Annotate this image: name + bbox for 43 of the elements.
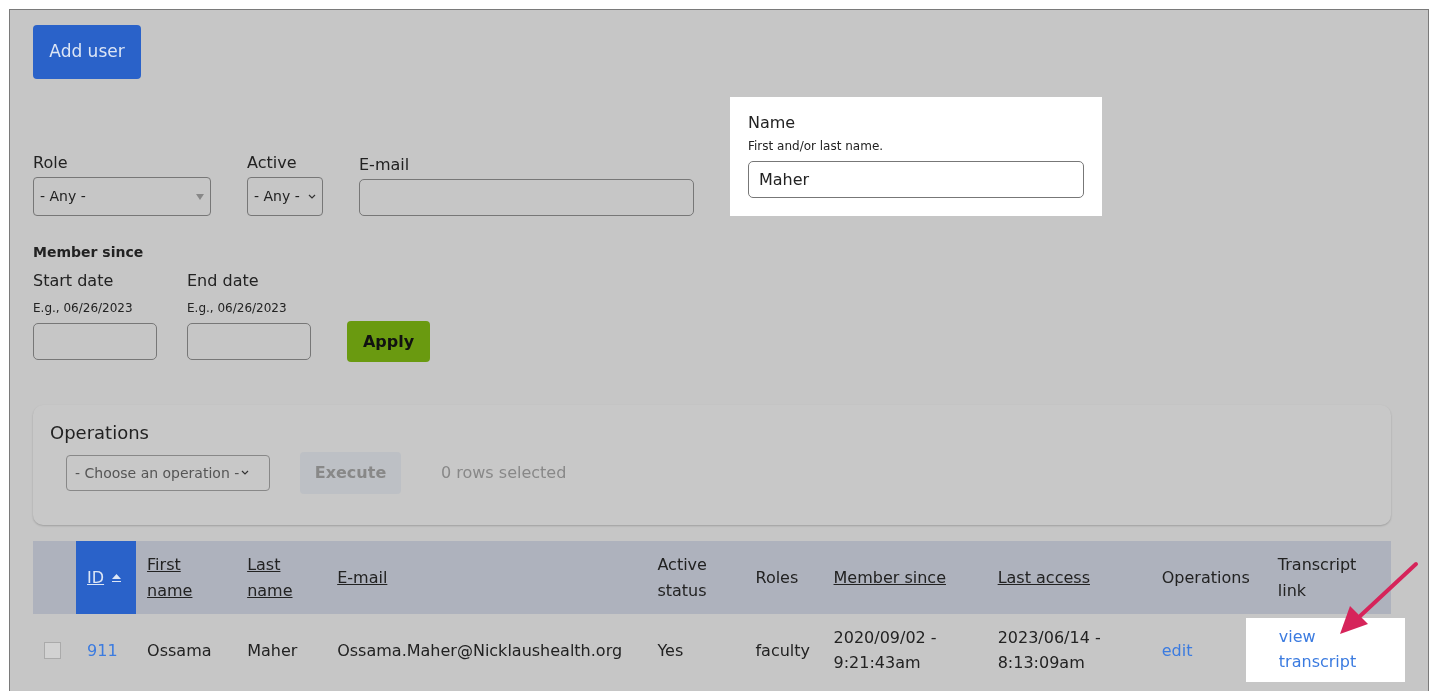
dropdown-arrow-icon	[196, 193, 204, 200]
column-header[interactable]: First name	[147, 551, 226, 604]
caret-icon	[308, 193, 316, 200]
date-input[interactable]	[187, 323, 311, 360]
column-header[interactable]: E-mail	[337, 564, 388, 591]
field-label: Role	[33, 153, 69, 173]
field-label: End date	[187, 270, 260, 292]
text-input[interactable]	[359, 179, 694, 216]
column-header: Roles	[755, 566, 799, 589]
table-cell: Maher	[247, 640, 298, 660]
column-header: Active status	[657, 553, 708, 602]
select-field[interactable]: - Any -	[33, 177, 211, 216]
column-header: Transcript link	[1277, 553, 1358, 602]
column-header[interactable]: Member since	[833, 564, 946, 591]
transcript-link[interactable]: view transcript	[1278, 624, 1369, 674]
field-description: E.g., 06/26/2023	[33, 300, 134, 317]
sort-ascending-icon	[112, 573, 122, 582]
panel-title: Operations	[50, 421, 150, 445]
select-field[interactable]: - Any -	[247, 177, 323, 216]
field-description: First and/or last name.	[748, 138, 885, 155]
apply-button[interactable]: Apply	[347, 321, 430, 362]
table-cell: 2020/09/02 - 9:21:43am	[833, 628, 937, 672]
row-checkbox[interactable]	[44, 641, 61, 659]
field-label: Active	[247, 153, 298, 173]
date-input[interactable]	[33, 323, 157, 360]
operation-select[interactable]: - Choose an operation -	[66, 455, 270, 491]
column-header[interactable]: Last access	[997, 564, 1090, 591]
field-label: E-mail	[359, 155, 411, 175]
field-label: Start date	[33, 270, 115, 292]
column-header[interactable]: Last name	[247, 551, 316, 604]
add-user-button[interactable]: Add user	[33, 25, 141, 79]
field-description: E.g., 06/26/2023	[187, 300, 288, 317]
column-header: Operations	[1161, 566, 1250, 589]
table-cell: Yes	[657, 640, 684, 660]
caret-icon	[241, 470, 250, 476]
selection-status: 0 rows selected	[441, 462, 567, 484]
table-cell: faculty	[755, 640, 811, 660]
table-cell: Ossama	[147, 640, 212, 660]
text-input[interactable]: Maher	[748, 161, 1084, 198]
field-label: Name	[748, 113, 797, 133]
group-title: Member since	[33, 243, 145, 262]
table-cell: Ossama.Maher@Nicklaushealth.org	[337, 640, 623, 660]
table-cell: 2023/06/14 - 8:13:09am	[997, 628, 1101, 672]
